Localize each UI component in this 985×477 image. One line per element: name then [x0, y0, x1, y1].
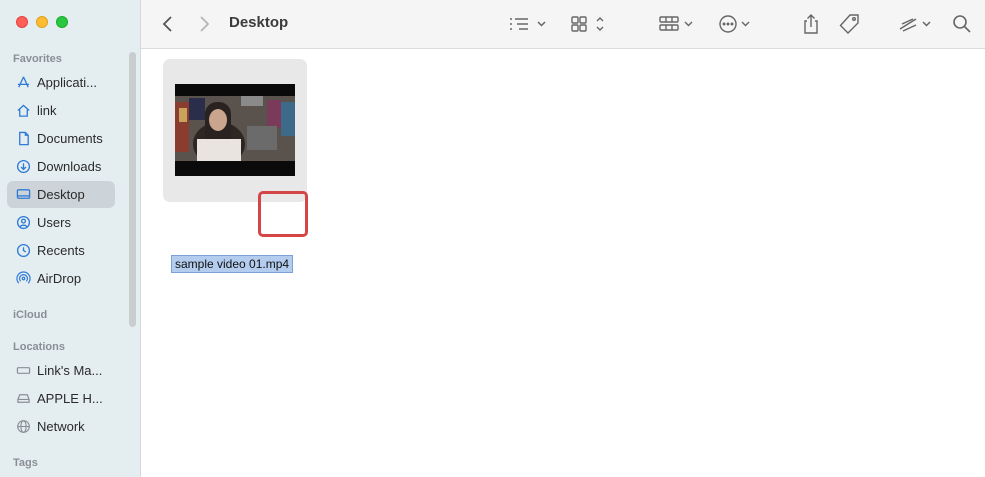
sidebar-item-label: Users: [37, 215, 71, 230]
user-icon: [15, 215, 31, 231]
markup-icon: [898, 14, 934, 34]
favorites-section-title: Favorites: [13, 53, 62, 65]
drive-icon: [15, 391, 31, 407]
icloud-section-title[interactable]: iCloud: [13, 309, 47, 321]
sidebar-item-label: AirDrop: [37, 271, 82, 286]
sidebar-item-desktop[interactable]: Desktop: [7, 181, 115, 208]
forward-button[interactable]: [197, 12, 211, 36]
sidebar-item-label: Link's Ma...: [37, 363, 103, 378]
applications-icon: [15, 75, 31, 91]
back-button[interactable]: [161, 12, 175, 36]
tag-button[interactable]: [839, 12, 861, 36]
sidebar-item-label: Recents: [37, 243, 85, 258]
share-button[interactable]: [801, 12, 821, 36]
sidebar-item-label: Desktop: [37, 187, 85, 202]
list-view-button[interactable]: [508, 12, 548, 36]
computer-icon: [15, 363, 31, 379]
back-icon: [161, 15, 175, 33]
file-name-field[interactable]: sample video 01.mp4: [171, 255, 294, 273]
toolbar: Desktop: [141, 0, 985, 49]
home-icon: [15, 103, 31, 119]
sidebar-item-documents[interactable]: Documents: [7, 125, 115, 152]
sidebar-item-label: link: [37, 103, 57, 118]
window-controls: [16, 16, 68, 28]
more-icon: [718, 14, 754, 34]
tags-section-title[interactable]: Tags: [13, 457, 38, 469]
sidebar-item-link[interactable]: link: [7, 97, 115, 124]
download-icon: [15, 159, 31, 175]
icon-view-icon: [570, 14, 608, 34]
sidebar-item-label: Documents: [37, 131, 103, 146]
annotation-highlight-box: [258, 191, 308, 237]
document-icon: [15, 131, 31, 147]
sidebar-item-label: Downloads: [37, 159, 102, 174]
more-button[interactable]: [718, 12, 754, 36]
sidebar-item-label: Network: [37, 419, 85, 434]
sidebar: Favorites Applicati... link Documents Do…: [0, 0, 141, 477]
sidebar-item-network[interactable]: Network: [7, 413, 115, 440]
sidebar-scrollbar[interactable]: [129, 52, 136, 327]
sidebar-item-downloads[interactable]: Downloads: [7, 153, 115, 180]
globe-icon: [15, 419, 31, 435]
file-item-selected[interactable]: [163, 59, 307, 202]
sidebar-item-label: Applicati...: [37, 75, 97, 90]
tag-icon: [839, 13, 861, 35]
search-icon: [952, 14, 972, 34]
sidebar-item-airdrop[interactable]: AirDrop: [7, 265, 115, 292]
search-button[interactable]: [952, 12, 972, 36]
window-title: Desktop: [229, 14, 289, 31]
desktop-icon: [15, 187, 31, 203]
icon-view-button[interactable]: [570, 12, 608, 36]
file-browser-content[interactable]: sample video 01.mp4: [141, 50, 985, 477]
close-window-button[interactable]: [16, 16, 28, 28]
airdrop-icon: [15, 271, 31, 287]
sidebar-item-recents[interactable]: Recents: [7, 237, 115, 264]
sidebar-item-applications[interactable]: Applicati...: [7, 69, 115, 96]
sidebar-item-users[interactable]: Users: [7, 209, 115, 236]
group-button[interactable]: [658, 12, 696, 36]
video-thumbnail: [175, 84, 295, 176]
forward-icon: [197, 15, 211, 33]
share-icon: [801, 13, 821, 35]
markup-button[interactable]: [898, 12, 934, 36]
zoom-window-button[interactable]: [56, 16, 68, 28]
sidebar-item-label: APPLE H...: [37, 391, 103, 406]
list-view-icon: [508, 15, 548, 33]
group-icon: [658, 14, 696, 34]
locations-section-title[interactable]: Locations: [13, 341, 65, 353]
clock-icon: [15, 243, 31, 259]
minimize-window-button[interactable]: [36, 16, 48, 28]
sidebar-item-apple-drive[interactable]: APPLE H...: [7, 385, 115, 412]
sidebar-item-mac[interactable]: Link's Ma...: [7, 357, 115, 384]
